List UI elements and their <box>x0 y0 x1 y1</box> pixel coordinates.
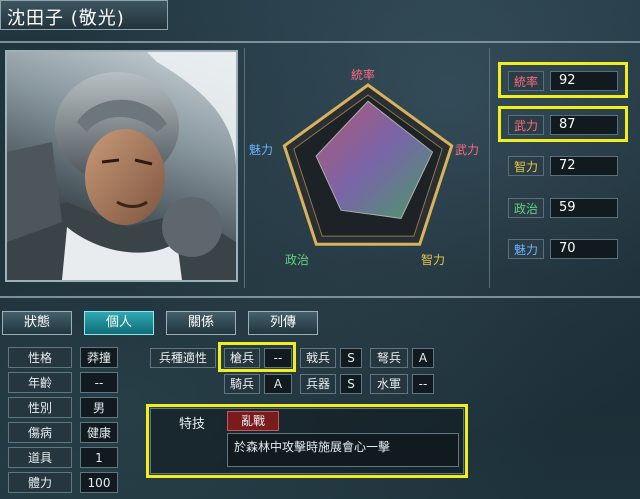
divider <box>0 41 640 43</box>
radar-label-leadership: 統率 <box>351 68 376 82</box>
portrait-image <box>7 52 236 280</box>
attr-value-personality: 莽撞 <box>80 347 118 368</box>
highlight-box <box>498 62 628 98</box>
stat-row-intelligence: 智力 72 <box>498 155 632 177</box>
tab-status[interactable]: 狀態 <box>2 311 72 335</box>
aptitude-name-crossbow: 弩兵 <box>370 348 408 368</box>
stats-radar-panel: 統率 武力 智力 政治 魅力 <box>244 48 490 288</box>
attr-name-age: 年齡 <box>8 372 72 393</box>
tab-biography[interactable]: 列傳 <box>248 311 318 335</box>
stat-name: 政治 <box>508 198 544 218</box>
highlight-box <box>498 106 628 142</box>
radar-label-politics: 政治 <box>285 253 310 267</box>
divider <box>0 296 640 298</box>
officer-portrait <box>5 50 238 282</box>
attr-value-items: 1 <box>80 447 118 468</box>
aptitude-name-siege: 兵器 <box>300 374 336 394</box>
aptitude-value-cavalry: A <box>264 374 292 394</box>
stat-row-charisma: 魅力 70 <box>498 238 632 260</box>
radar-label-war: 武力 <box>455 143 480 157</box>
stat-name: 魅力 <box>508 239 544 259</box>
tab-relations[interactable]: 關係 <box>166 311 236 335</box>
radar-label-intelligence: 智力 <box>421 253 446 267</box>
attr-name-items: 道具 <box>8 447 72 468</box>
officer-name-title: 沈田子 (敬光) <box>0 0 168 30</box>
stat-row-politics: 政治 59 <box>498 197 632 219</box>
attr-value-health: 健康 <box>80 422 118 443</box>
attr-name-stamina: 體力 <box>8 472 72 493</box>
attr-value-stamina: 100 <box>80 472 118 493</box>
radar-label-charisma: 魅力 <box>249 143 274 157</box>
aptitude-name-halberd: 戟兵 <box>300 348 336 368</box>
tab-personal[interactable]: 個人 <box>84 311 154 335</box>
highlight-box <box>218 342 296 372</box>
stat-value: 72 <box>550 156 618 176</box>
aptitude-name-navy: 水軍 <box>370 374 408 394</box>
attr-value-gender: 男 <box>80 397 118 418</box>
aptitude-label: 兵種適性 <box>150 348 216 368</box>
stat-name: 智力 <box>508 156 544 176</box>
aptitude-value-siege: S <box>340 374 362 394</box>
stats-radar-chart <box>282 83 454 246</box>
aptitude-value-navy: -- <box>412 374 434 394</box>
attr-value-age: -- <box>80 372 118 393</box>
aptitude-name-cavalry: 騎兵 <box>224 374 260 394</box>
aptitude-value-halberd: S <box>340 348 362 368</box>
attr-name-gender: 性別 <box>8 397 72 418</box>
stat-value: 70 <box>550 239 618 259</box>
aptitude-value-crossbow: A <box>412 348 434 368</box>
highlight-box <box>146 404 468 478</box>
attr-name-personality: 性格 <box>8 347 72 368</box>
stat-value: 59 <box>550 198 618 218</box>
attr-name-health: 傷病 <box>8 422 72 443</box>
